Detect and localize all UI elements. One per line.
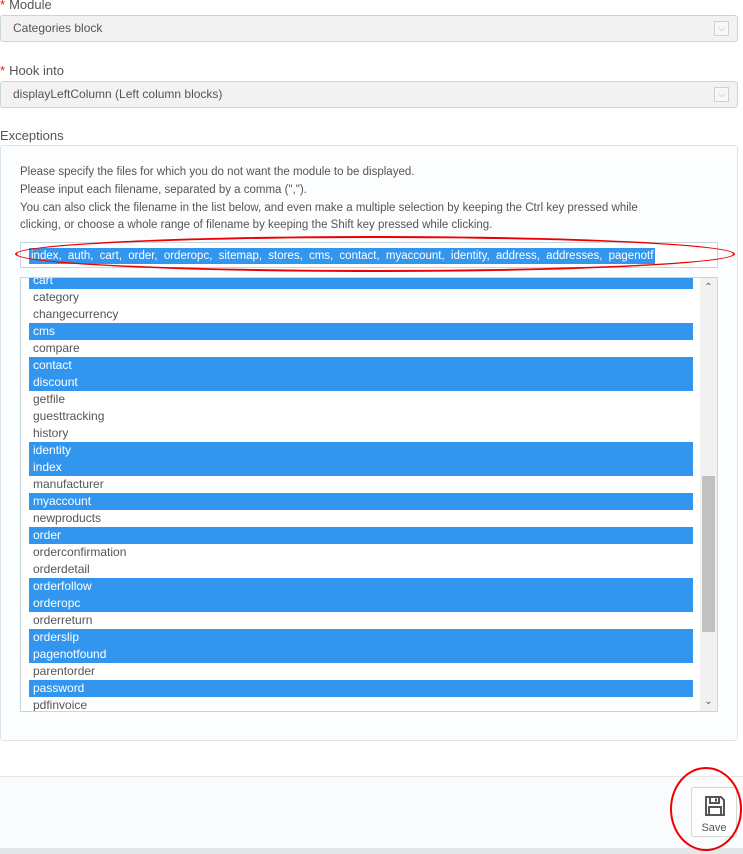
list-item-guesttracking[interactable]: guesttracking (29, 408, 693, 425)
required-mark: * (0, 63, 6, 78)
list-item-getfile[interactable]: getfile (29, 391, 693, 408)
list-item-password[interactable]: password (29, 680, 693, 697)
required-mark: * (0, 0, 6, 12)
list-item-identity[interactable]: identity (29, 442, 693, 459)
list-item-category[interactable]: category (29, 289, 693, 306)
scroll-down-icon[interactable]: ⌄ (700, 693, 717, 710)
help-text-line: Please specify the files for which you d… (20, 166, 415, 178)
list-item-order[interactable]: order (29, 527, 693, 544)
list-item-orderslip[interactable]: orderslip (29, 629, 693, 646)
exception-files-value: index, auth, cart, order, orderopc, site… (29, 248, 656, 264)
module-label-text: Module (9, 0, 52, 12)
list-item-manufacturer[interactable]: manufacturer (29, 476, 693, 493)
chevron-down-icon: ⌵ (714, 21, 729, 36)
list-item-orderconfirmation[interactable]: orderconfirmation (29, 544, 693, 561)
module-label: * Module (0, 0, 52, 12)
list-item-pagenotfound[interactable]: pagenotfound (29, 646, 693, 663)
list-item-history[interactable]: history (29, 425, 693, 442)
module-select-value: Categories block (13, 21, 103, 35)
panel-footer (0, 777, 743, 854)
hook-label-text: Hook into (9, 63, 64, 78)
list-item-pdfinvoice[interactable]: pdfinvoice (29, 697, 693, 711)
floppy-disk-icon (705, 796, 725, 816)
list-item-index[interactable]: index (29, 459, 693, 476)
list-item-orderopc[interactable]: orderopc (29, 595, 693, 612)
list-item-myaccount[interactable]: myaccount (29, 493, 693, 510)
help-text-line: Please input each filename, separated by… (20, 184, 307, 196)
save-label: Save (701, 822, 727, 834)
list-item-parentorder[interactable]: parentorder (29, 663, 693, 680)
page-bottom-border (0, 848, 743, 854)
list-item-cms[interactable]: cms (29, 323, 693, 340)
hook-label: * Hook into (0, 63, 64, 78)
exception-files-input[interactable]: index, auth, cart, order, orderopc, site… (20, 242, 718, 268)
help-text-line: clicking, or choose a whole range of fil… (20, 219, 493, 231)
list-item-newproducts[interactable]: newproducts (29, 510, 693, 527)
list-scrollbar[interactable]: ⌃ ⌄ (700, 278, 717, 711)
hook-select-value: displayLeftColumn (Left column blocks) (13, 87, 223, 101)
help-text-line: You can also click the filename in the l… (20, 202, 638, 214)
exception-files-list[interactable]: cart category changecurrency cms compare cont… (20, 277, 718, 712)
list-item-changecurrency[interactable]: changecurrency (29, 306, 693, 323)
save-button[interactable]: Save (691, 787, 737, 837)
list-item-contact[interactable]: contact (29, 357, 693, 374)
list-item-cart[interactable]: cart (29, 278, 693, 289)
module-select[interactable]: Categories block ⌵ (0, 15, 738, 42)
exceptions-label: Exceptions (0, 128, 64, 143)
list-item-compare[interactable]: compare (29, 340, 693, 357)
chevron-down-icon: ⌵ (714, 87, 729, 102)
list-item-orderdetail[interactable]: orderdetail (29, 561, 693, 578)
scroll-thumb[interactable] (702, 476, 715, 632)
hook-select[interactable]: displayLeftColumn (Left column blocks) ⌵ (0, 81, 738, 108)
scroll-up-icon[interactable]: ⌃ (700, 279, 717, 296)
list-item-orderfollow[interactable]: orderfollow (29, 578, 693, 595)
list-item-orderreturn[interactable]: orderreturn (29, 612, 693, 629)
list-item-discount[interactable]: discount (29, 374, 693, 391)
